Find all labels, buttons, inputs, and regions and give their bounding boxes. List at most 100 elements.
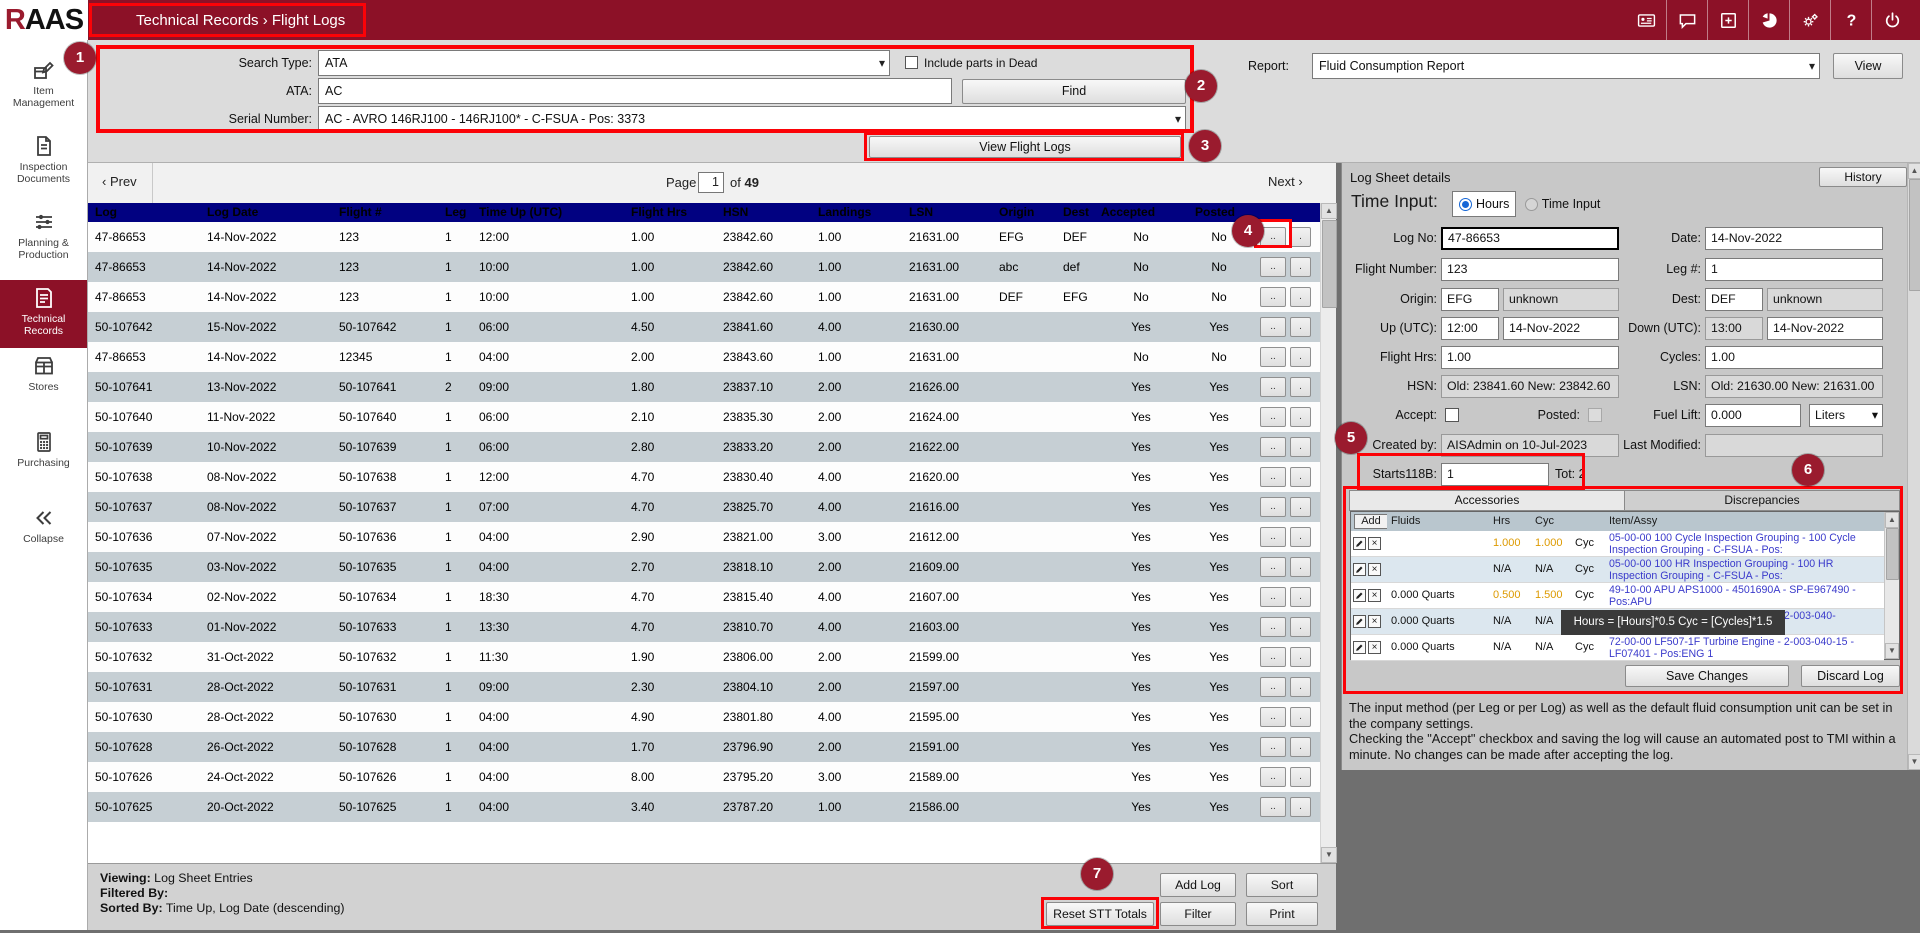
sidebar-item-planning-production[interactable]: Planning & Production xyxy=(0,204,87,280)
column-header-lsn[interactable]: LSN xyxy=(902,203,992,222)
dest-input[interactable]: DEF xyxy=(1705,288,1763,311)
row-more-button[interactable]: . xyxy=(1290,257,1311,277)
origin-input[interactable]: EFG xyxy=(1441,288,1499,311)
row-more-button[interactable]: . xyxy=(1290,377,1311,397)
scroll-down-icon[interactable]: ▼ xyxy=(1321,847,1337,863)
row-details-button[interactable]: .. xyxy=(1260,347,1286,367)
row-more-button[interactable]: . xyxy=(1290,347,1311,367)
item-assy-link[interactable]: 05-00-00 100 Cycle Inspection Grouping -… xyxy=(1605,531,1884,557)
column-header-origin[interactable]: Origin xyxy=(992,203,1056,222)
settings-gears-icon[interactable] xyxy=(1789,0,1830,40)
table-row[interactable]: 50-10763808-Nov-202250-107638112:004.702… xyxy=(88,462,1320,492)
column-header-landings[interactable]: Landings xyxy=(811,203,902,222)
tab-discrepancies[interactable]: Discrepancies xyxy=(1625,490,1900,511)
table-row[interactable]: 50-10763503-Nov-202250-107635104:002.702… xyxy=(88,552,1320,582)
column-header-flight-hrs[interactable]: Flight Hrs xyxy=(624,203,716,222)
cycles-input[interactable]: 1.00 xyxy=(1705,346,1883,369)
column-header-flight-#[interactable]: Flight # xyxy=(332,203,438,222)
row-details-button[interactable]: .. xyxy=(1260,467,1286,487)
print-button[interactable]: Print xyxy=(1246,902,1318,926)
edit-icon[interactable] xyxy=(1353,563,1366,576)
row-more-button[interactable]: . xyxy=(1290,497,1311,517)
row-details-button[interactable]: .. xyxy=(1260,587,1286,607)
row-details-button[interactable]: .. xyxy=(1260,737,1286,757)
table-row[interactable]: 50-10764215-Nov-202250-107642106:004.502… xyxy=(88,312,1320,342)
radio-hours[interactable]: Hours xyxy=(1452,191,1516,217)
row-more-button[interactable]: . xyxy=(1290,287,1311,307)
table-scrollbar[interactable]: ▲ ▼ xyxy=(1320,203,1336,863)
include-parts-checkbox[interactable] xyxy=(905,56,918,69)
column-header-log[interactable]: Log xyxy=(88,203,200,222)
row-more-button[interactable]: . xyxy=(1290,677,1311,697)
table-row[interactable]: 47-8665314-Nov-202212345104:002.0023843.… xyxy=(88,342,1320,372)
scroll-up-icon[interactable]: ▲ xyxy=(1885,512,1899,528)
row-more-button[interactable]: . xyxy=(1290,797,1311,817)
column-header-log-date[interactable]: Log Date xyxy=(200,203,332,222)
item-assy-link[interactable]: 05-00-00 100 HR Inspection Grouping - 10… xyxy=(1605,557,1884,583)
fuel-lift-input[interactable]: 0.000 xyxy=(1705,404,1801,427)
sort-button[interactable]: Sort xyxy=(1246,873,1318,897)
reset-stt-totals-button[interactable]: Reset STT Totals xyxy=(1046,902,1154,926)
row-details-button[interactable]: .. xyxy=(1260,707,1286,727)
ata-input[interactable]: AC xyxy=(318,78,952,104)
table-row[interactable]: 50-10763231-Oct-202250-107632111:301.902… xyxy=(88,642,1320,672)
search-type-select[interactable]: ATA▾ xyxy=(318,50,890,76)
help-icon[interactable]: ? xyxy=(1830,0,1871,40)
row-more-button[interactable]: . xyxy=(1290,767,1311,787)
add-accessory-button[interactable]: Add xyxy=(1354,514,1387,529)
delete-icon[interactable]: × xyxy=(1368,641,1381,654)
row-more-button[interactable]: . xyxy=(1290,707,1311,727)
accept-checkbox[interactable] xyxy=(1445,408,1459,422)
table-row[interactable]: 50-10762520-Oct-202250-107625104:003.402… xyxy=(88,792,1320,822)
row-details-button[interactable]: .. xyxy=(1260,677,1286,697)
date-input[interactable]: 14-Nov-2022 xyxy=(1705,227,1883,250)
item-assy-link[interactable]: 72-00-00 LF507-1F Turbine Engine - 2-003… xyxy=(1605,635,1884,661)
column-header-hsn[interactable]: HSN xyxy=(716,203,811,222)
edit-icon[interactable] xyxy=(1353,641,1366,654)
table-row[interactable]: 47-8665314-Nov-2022123112:001.0023842.60… xyxy=(88,222,1320,252)
row-details-button[interactable]: .. xyxy=(1260,407,1286,427)
item-assy-link[interactable]: 49-10-00 APU APS1000 - 4501690A - SP-E96… xyxy=(1605,583,1884,609)
view-flight-logs-button[interactable]: View Flight Logs xyxy=(869,136,1181,158)
edit-icon[interactable] xyxy=(1353,589,1366,602)
row-more-button[interactable]: . xyxy=(1290,527,1311,547)
table-row[interactable]: 50-10763607-Nov-202250-107636104:002.902… xyxy=(88,522,1320,552)
report-view-button[interactable]: View xyxy=(1833,53,1903,79)
page-number-input[interactable]: 1 xyxy=(698,172,724,193)
column-header-leg[interactable]: Leg xyxy=(438,203,472,222)
up-date-input[interactable]: 14-Nov-2022 xyxy=(1503,317,1619,340)
history-button[interactable]: History xyxy=(1819,167,1907,187)
accessory-row[interactable]: ×1.0001.000Cyc05-00-00 100 Cycle Inspect… xyxy=(1351,531,1884,557)
sidebar-item-stores[interactable]: Stores xyxy=(0,348,87,424)
table-row[interactable]: 50-10763301-Nov-202250-107633113:304.702… xyxy=(88,612,1320,642)
row-more-button[interactable]: . xyxy=(1290,617,1311,637)
row-details-button[interactable]: .. xyxy=(1260,257,1286,277)
edit-icon[interactable] xyxy=(1353,615,1366,628)
scroll-down-icon[interactable]: ▼ xyxy=(1908,754,1920,770)
table-row[interactable]: 50-10763028-Oct-202250-107630104:004.902… xyxy=(88,702,1320,732)
row-details-button[interactable]: .. xyxy=(1260,497,1286,517)
sidebar-item-inspection-documents[interactable]: Inspection Documents xyxy=(0,128,87,204)
sidebar-item-technical-records[interactable]: Technical Records xyxy=(0,280,87,348)
scrollbar-thumb[interactable] xyxy=(1322,220,1337,308)
delete-icon[interactable]: × xyxy=(1368,589,1381,602)
column-header-accepted[interactable]: Accepted xyxy=(1094,203,1188,222)
add-log-button[interactable]: Add Log xyxy=(1160,873,1236,897)
column-header-time-up-utc-[interactable]: Time Up (UTC) xyxy=(472,203,624,222)
column-header-posted[interactable]: Posted xyxy=(1188,203,1250,222)
row-details-button[interactable]: .. xyxy=(1260,437,1286,457)
tab-accessories[interactable]: Accessories xyxy=(1349,490,1625,511)
find-button[interactable]: Find xyxy=(962,79,1186,104)
delete-icon[interactable]: × xyxy=(1368,563,1381,576)
table-row[interactable]: 50-10763402-Nov-202250-107634118:304.702… xyxy=(88,582,1320,612)
serial-number-select[interactable]: AC - AVRO 146RJ100 - 146RJ100* - C-FSUA … xyxy=(318,106,1186,132)
row-more-button[interactable]: . xyxy=(1290,317,1311,337)
next-page-button[interactable]: Next › xyxy=(1268,174,1303,189)
edit-icon[interactable] xyxy=(1353,537,1366,550)
log-no-input[interactable]: 47-86653 xyxy=(1441,227,1619,250)
row-details-button[interactable]: .. xyxy=(1260,227,1286,247)
filter-button[interactable]: Filter xyxy=(1160,902,1236,926)
starts118b-input[interactable]: 1 xyxy=(1441,463,1549,486)
sidebar-item-item-management[interactable]: Item Management xyxy=(0,52,87,128)
sidebar-item-collapse[interactable]: Collapse xyxy=(0,500,87,576)
